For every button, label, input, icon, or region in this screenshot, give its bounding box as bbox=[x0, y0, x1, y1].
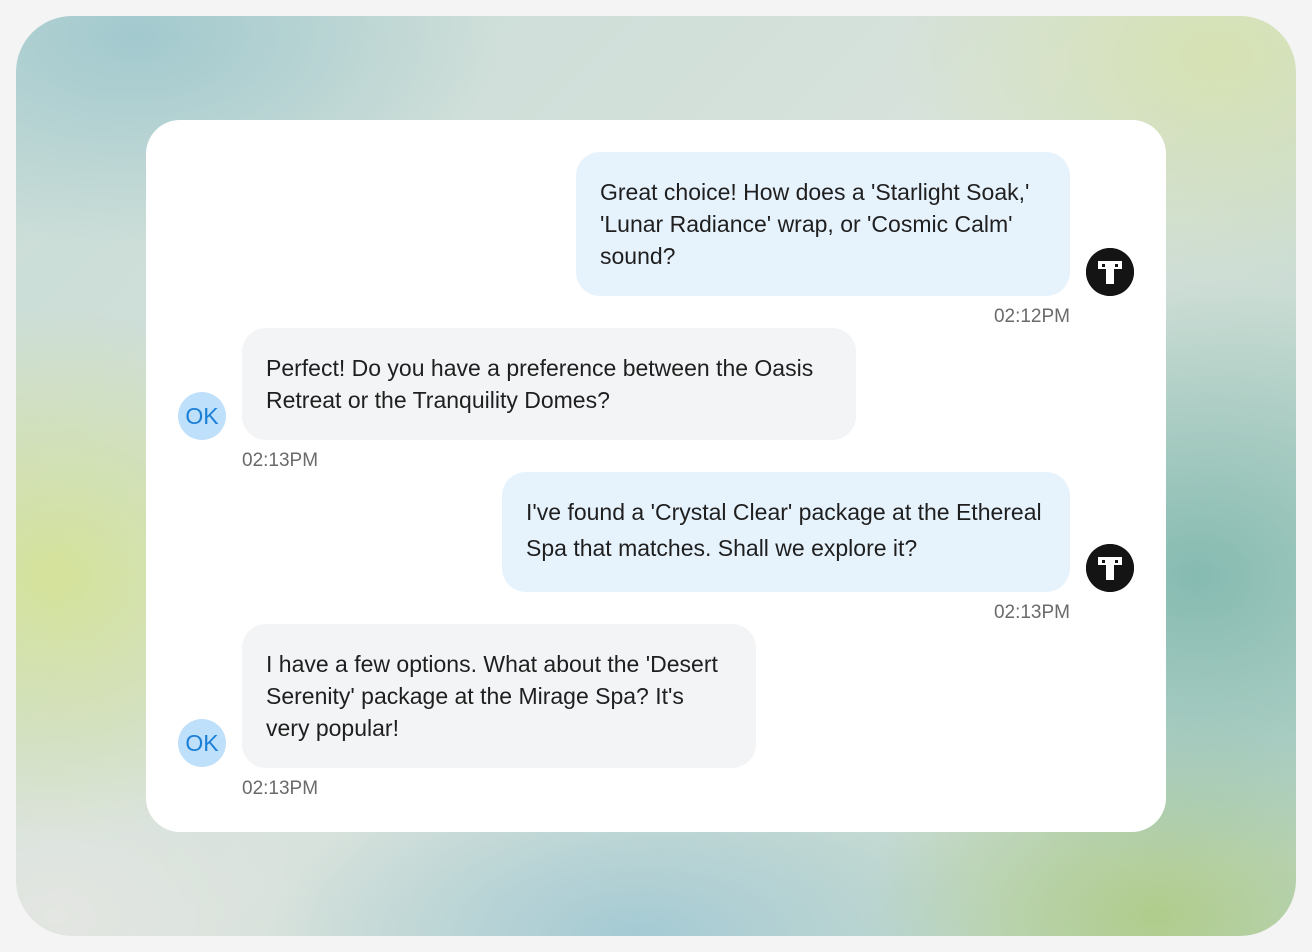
avatar-ok[interactable]: OK bbox=[178, 392, 226, 440]
message-timestamp: 02:13PM bbox=[993, 602, 1070, 623]
message-text: Great choice! How does a 'Starlight Soak… bbox=[600, 179, 1030, 269]
message-timestamp: 02:13PM bbox=[242, 778, 319, 799]
message-text: Perfect! Do you have a preference betwee… bbox=[266, 355, 814, 413]
page-frame: Great choice! How does a 'Starlight Soak… bbox=[0, 0, 1312, 952]
message-text: I've found a 'Crystal Clear' package at … bbox=[526, 499, 1042, 561]
message-bubble-sent[interactable]: Great choice! How does a 'Starlight Soak… bbox=[576, 152, 1070, 296]
message-bubble-received[interactable]: Perfect! Do you have a preference betwee… bbox=[242, 328, 856, 440]
avatar-ok[interactable]: OK bbox=[178, 719, 226, 767]
t-logo-icon[interactable] bbox=[1086, 248, 1134, 296]
message-bubble-sent[interactable]: I've found a 'Crystal Clear' package at … bbox=[502, 472, 1070, 592]
message-text: I have a few options. What about the 'De… bbox=[266, 651, 718, 741]
message-bubble-received[interactable]: I have a few options. What about the 'De… bbox=[242, 624, 756, 768]
message-timestamp: 02:13PM bbox=[242, 450, 319, 471]
message-timestamp: 02:12PM bbox=[993, 306, 1070, 327]
t-logo-icon[interactable] bbox=[1086, 544, 1134, 592]
chat-card: Great choice! How does a 'Starlight Soak… bbox=[146, 120, 1166, 832]
